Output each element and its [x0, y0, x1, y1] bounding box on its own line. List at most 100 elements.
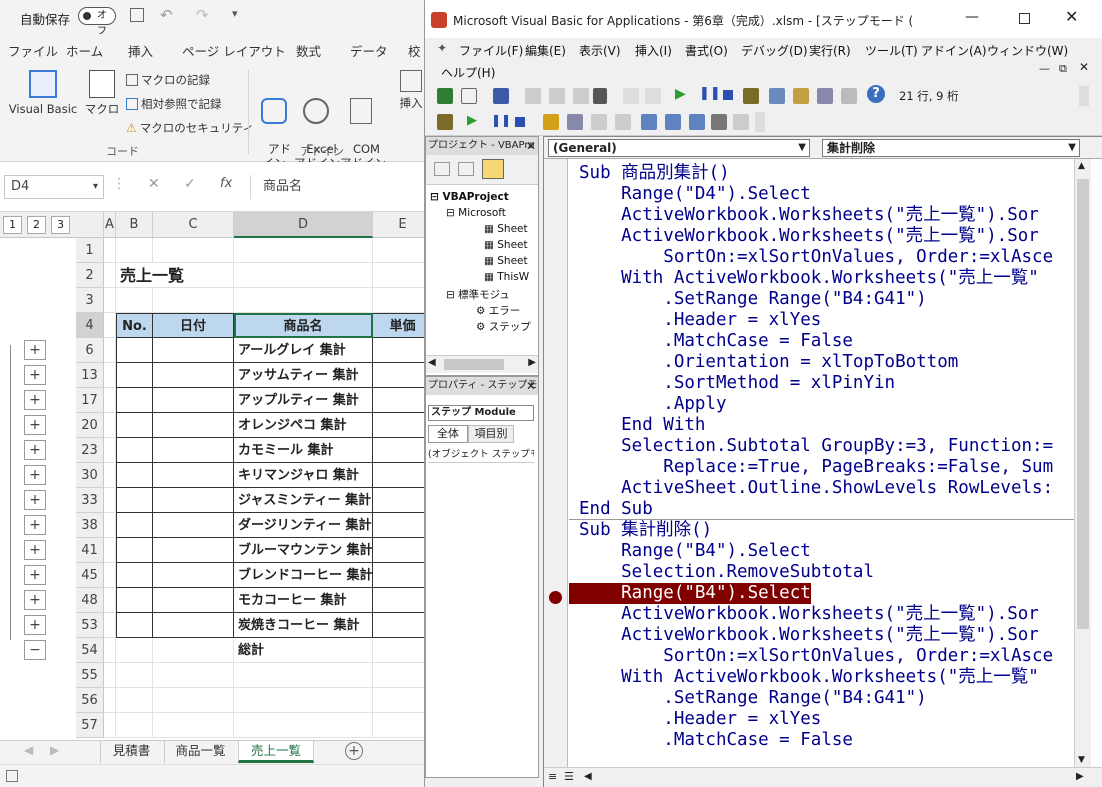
cell[interactable] — [104, 638, 116, 663]
cell[interactable] — [153, 688, 234, 713]
cell[interactable] — [153, 388, 234, 413]
code-hscroll[interactable]: ≡ ☰ ◀ ▶ — [544, 767, 1102, 787]
insert-module-icon[interactable] — [461, 88, 477, 104]
cell[interactable] — [153, 563, 234, 588]
step-over-icon[interactable] — [591, 114, 607, 130]
close-icon[interactable]: ✕ — [526, 377, 536, 395]
procedure-combo[interactable]: 集計削除 ▼ — [822, 139, 1080, 157]
tab-page-layout[interactable]: ページ レイアウト — [182, 41, 286, 60]
cell[interactable] — [104, 313, 116, 338]
cell[interactable] — [153, 513, 234, 538]
callstack-icon[interactable] — [733, 114, 749, 130]
cell[interactable]: 炭焼きコーヒー 集計 — [234, 613, 373, 638]
props-tab-all[interactable]: 全体 — [428, 425, 468, 443]
cell[interactable] — [116, 638, 153, 663]
design-icon[interactable] — [437, 114, 453, 130]
cell[interactable] — [116, 513, 153, 538]
row-header[interactable]: 45 — [76, 563, 104, 588]
cell[interactable] — [373, 638, 424, 663]
save-icon[interactable] — [130, 8, 144, 22]
cell[interactable] — [104, 488, 116, 513]
insert-control-button[interactable]: 挿入 — [396, 70, 424, 110]
code-line[interactable]: .MatchCase = False — [579, 730, 853, 751]
cell[interactable] — [116, 713, 153, 738]
cell[interactable] — [373, 413, 424, 438]
cell[interactable] — [234, 238, 373, 263]
outline-level-3[interactable]: 3 — [51, 216, 70, 234]
cell[interactable] — [373, 338, 424, 363]
outline-expand-button[interactable]: + — [24, 515, 46, 535]
col-header-e[interactable]: E — [373, 212, 424, 238]
cell[interactable] — [153, 663, 234, 688]
cell[interactable] — [104, 413, 116, 438]
tree-sheet-1[interactable]: ▦ Sheet — [484, 223, 528, 235]
outline-level-2[interactable]: 2 — [27, 216, 46, 234]
cell[interactable] — [116, 663, 153, 688]
cancel-icon[interactable]: ✕ — [148, 176, 160, 192]
cell[interactable] — [116, 288, 153, 313]
view-object-icon[interactable] — [458, 162, 474, 176]
margin-indicator-bar[interactable] — [544, 159, 568, 767]
step-out-icon[interactable] — [615, 114, 631, 130]
sheet-tab-products[interactable]: 商品一覧 — [164, 741, 236, 763]
code-line[interactable]: Sub 商品別集計() — [579, 163, 730, 184]
code-line[interactable]: Range("B4").Select — [579, 541, 811, 562]
cell[interactable]: アップルティー 集計 — [234, 388, 373, 413]
cell[interactable] — [373, 613, 424, 638]
cell[interactable] — [234, 263, 373, 288]
cell[interactable] — [373, 563, 424, 588]
cell[interactable]: ジャスミンティー 集計 — [234, 488, 373, 513]
cell[interactable] — [116, 463, 153, 488]
cell[interactable] — [373, 388, 424, 413]
menu-view[interactable]: 表示(V) — [579, 42, 621, 59]
cell[interactable]: オレンジペコ 集計 — [234, 413, 373, 438]
cell[interactable]: ダージリンティー 集計 — [234, 513, 373, 538]
outline-expand-button[interactable]: + — [24, 540, 46, 560]
code-line[interactable]: Replace:=True, PageBreaks:=False, Sum — [579, 457, 1053, 478]
code-line[interactable]: ActiveWorkbook.Worksheets("売上一覧").Sor — [579, 226, 1039, 247]
macro-button[interactable]: マクロ — [82, 70, 122, 116]
cut-icon[interactable] — [525, 88, 541, 104]
code-line[interactable]: SortOn:=xlSortOnValues, Order:=xlAsce — [579, 646, 1053, 667]
qat-dropdown-icon[interactable]: ▾ — [232, 7, 238, 20]
name-box[interactable]: D4 ▾ — [4, 175, 104, 199]
cell[interactable] — [234, 713, 373, 738]
stop-icon[interactable] — [515, 117, 525, 127]
pause-icon[interactable]: ❚❚ — [491, 113, 511, 127]
step-into-icon[interactable] — [567, 114, 583, 130]
cell[interactable] — [373, 288, 424, 313]
code-line[interactable]: End With — [579, 415, 705, 436]
cell[interactable]: モカコーヒー 集計 — [234, 588, 373, 613]
object-browser-icon[interactable] — [817, 88, 833, 104]
tab-home[interactable]: ホーム — [66, 41, 103, 60]
cell[interactable] — [116, 688, 153, 713]
code-line[interactable]: Range("B4").Select — [569, 583, 811, 604]
row-header[interactable]: 23 — [76, 438, 104, 463]
cell[interactable] — [104, 463, 116, 488]
close-icon[interactable]: ✕ — [526, 137, 536, 155]
menu-window[interactable]: ウィンドウ(W) — [987, 42, 1068, 59]
row-header[interactable]: 55 — [76, 663, 104, 688]
cell[interactable] — [373, 463, 424, 488]
cell[interactable]: 単価 — [373, 313, 424, 338]
scroll-thumb[interactable] — [444, 359, 504, 370]
outline-expand-button[interactable]: + — [24, 340, 46, 360]
cell[interactable] — [373, 238, 424, 263]
cell[interactable] — [116, 613, 153, 638]
function-icon[interactable]: fx — [220, 176, 232, 191]
visual-basic-button[interactable]: Visual Basic — [8, 70, 78, 116]
row-header[interactable]: 38 — [76, 513, 104, 538]
outline-expand-button[interactable]: + — [24, 415, 46, 435]
run-icon[interactable]: ▶ — [675, 86, 686, 102]
cell[interactable] — [116, 363, 153, 388]
breakpoint-icon[interactable] — [549, 591, 562, 604]
cell[interactable]: ブレンドコーヒー 集計 — [234, 563, 373, 588]
cell[interactable] — [373, 263, 424, 288]
row-header[interactable]: 17 — [76, 388, 104, 413]
cell[interactable] — [116, 388, 153, 413]
tab-file[interactable]: ファイル — [8, 41, 58, 60]
cell[interactable] — [373, 438, 424, 463]
row-header[interactable]: 20 — [76, 413, 104, 438]
cell[interactable] — [104, 263, 116, 288]
cell[interactable] — [116, 563, 153, 588]
